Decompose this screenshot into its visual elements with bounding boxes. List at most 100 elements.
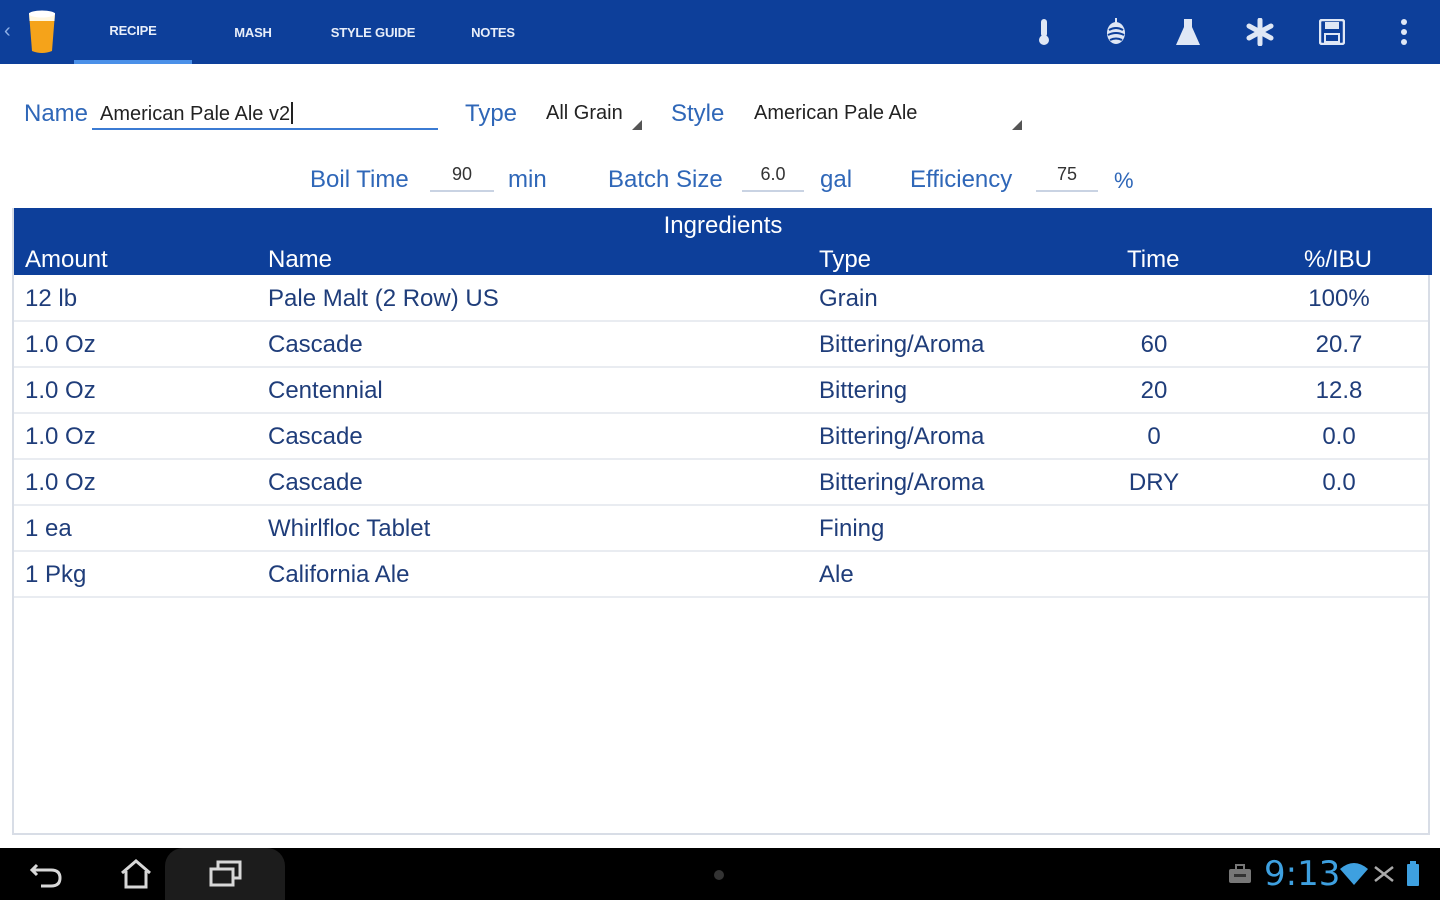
cell-time: 60 <box>1140 331 1168 358</box>
tab-mash-label: MASH <box>234 24 272 40</box>
page-indicator-dot <box>714 870 724 880</box>
battery-icon <box>1398 856 1428 892</box>
beer-glass-logo-icon[interactable] <box>26 9 58 55</box>
column-header-time: Time <box>1127 246 1180 273</box>
recent-apps-icon[interactable] <box>205 856 245 892</box>
type-spinner-value: All Grain <box>546 102 623 124</box>
type-label: Type <box>465 100 518 127</box>
back-icon[interactable] <box>26 856 66 892</box>
cell-percent-ibu: 20.7 <box>1315 331 1363 358</box>
table-header: Ingredients Amount Name Type Time %/IBU <box>14 208 1432 275</box>
type-spinner[interactable]: All Grain <box>540 96 646 134</box>
tab-mash[interactable]: MASH <box>194 0 312 64</box>
tab-style-guide[interactable]: STYLE GUIDE <box>314 0 432 64</box>
efficiency-label: Efficiency <box>910 166 1013 193</box>
table-row[interactable]: 1 ea Whirlfloc Tablet Fining <box>14 506 1428 552</box>
style-label: Style <box>671 100 725 127</box>
batch-size-label: Batch Size <box>608 166 723 193</box>
column-header-type: Type <box>819 246 872 273</box>
batch-size-underline <box>742 190 804 192</box>
text-cursor <box>291 102 294 124</box>
home-icon[interactable] <box>116 856 156 892</box>
cell-name: Cascade <box>268 331 363 358</box>
cell-amount: 1.0 Oz <box>25 469 96 496</box>
tab-notes[interactable]: NOTES <box>434 0 552 64</box>
boil-time-input[interactable]: 90 <box>430 162 494 192</box>
boil-time-underline <box>430 190 494 192</box>
boil-time-unit: min <box>508 166 547 193</box>
cell-amount: 1.0 Oz <box>25 423 96 450</box>
efficiency-input[interactable]: 75 <box>1036 162 1098 192</box>
boil-time-label: Boil Time <box>310 166 409 193</box>
status-clock: 9:13 <box>1264 854 1341 894</box>
ingredients-table: Ingredients Amount Name Type Time %/IBU … <box>12 208 1432 835</box>
efficiency-unit: % <box>1114 168 1134 193</box>
table-row[interactable]: 12 lb Pale Malt (2 Row) US Grain 100% <box>14 276 1428 322</box>
cell-amount: 12 lb <box>25 285 78 312</box>
recipe-name-input[interactable]: American Pale Ale v2 <box>100 102 294 126</box>
boil-time-value: 90 <box>451 164 473 184</box>
cell-time: DRY <box>1128 469 1180 496</box>
save-icon[interactable] <box>1314 14 1350 50</box>
recipe-name-value: American Pale Ale v2 <box>100 103 291 125</box>
style-spinner[interactable]: American Pale Ale <box>746 96 1028 134</box>
wifi-icon <box>1336 856 1372 892</box>
cell-name: Whirlfloc Tablet <box>268 515 431 542</box>
cell-type: Bittering/Aroma <box>819 331 985 358</box>
style-spinner-value: American Pale Ale <box>754 102 918 124</box>
table-row[interactable]: 1.0 Oz Cascade Bittering/Aroma DRY 0.0 <box>14 460 1428 506</box>
cell-name: Cascade <box>268 423 363 450</box>
table-row[interactable]: 1.0 Oz Centennial Bittering 20 12.8 <box>14 368 1428 414</box>
cell-type: Bittering/Aroma <box>819 423 985 450</box>
cell-amount: 1 ea <box>25 515 72 542</box>
up-caret-icon[interactable]: ‹ <box>4 20 11 43</box>
cell-time: 0 <box>1147 423 1161 450</box>
cell-percent-ibu: 12.8 <box>1315 377 1363 404</box>
table-row[interactable]: 1.0 Oz Cascade Bittering/Aroma 60 20.7 <box>14 322 1428 368</box>
cell-type: Ale <box>819 561 854 588</box>
cell-type: Bittering <box>819 377 908 404</box>
batch-size-input[interactable]: 6.0 <box>742 162 804 192</box>
name-label: Name <box>24 100 89 127</box>
batch-size-value: 6.0 <box>760 164 786 184</box>
cell-amount: 1.0 Oz <box>25 331 96 358</box>
column-header-amount: Amount <box>25 246 108 273</box>
ingredients-title: Ingredients <box>663 212 783 239</box>
table-row[interactable]: 1.0 Oz Cascade Bittering/Aroma 0 0.0 <box>14 414 1428 460</box>
cell-name: Centennial <box>268 377 383 404</box>
cell-type: Bittering/Aroma <box>819 469 985 496</box>
action-bar: ‹ RECIPE MASH STYLE GUIDE NOTES <box>0 0 1440 64</box>
airplane-mode-icon <box>1370 856 1398 892</box>
cell-amount: 1.0 Oz <box>25 377 96 404</box>
tab-style-guide-label: STYLE GUIDE <box>330 24 416 40</box>
hops-icon[interactable] <box>1098 14 1134 50</box>
cell-name: Cascade <box>268 469 363 496</box>
recipe-name-underline <box>92 128 438 130</box>
system-navigation-bar: 9:13 <box>0 848 1440 900</box>
column-header-percent-ibu: %/IBU <box>1304 246 1373 273</box>
cell-time: 20 <box>1140 377 1168 404</box>
tab-recipe-label: RECIPE <box>109 22 157 38</box>
cell-amount: 1 Pkg <box>25 561 87 588</box>
cell-type: Fining <box>819 515 885 542</box>
cell-name: Pale Malt (2 Row) US <box>268 285 499 312</box>
cell-percent-ibu: 0.0 <box>1322 423 1356 450</box>
cell-type: Grain <box>819 285 878 312</box>
efficiency-value: 75 <box>1056 164 1078 184</box>
spinner-arrow-icon <box>1012 120 1022 130</box>
briefcase-notification-icon[interactable] <box>1220 856 1260 892</box>
batch-size-unit: gal <box>820 166 853 193</box>
tab-recipe[interactable]: RECIPE <box>74 0 192 64</box>
tab-notes-label: NOTES <box>471 24 515 40</box>
overflow-menu-icon[interactable] <box>1386 14 1422 50</box>
spinner-arrow-icon <box>632 120 642 130</box>
column-header-name: Name <box>268 246 333 273</box>
efficiency-underline <box>1036 190 1098 192</box>
thermometer-icon[interactable] <box>1026 14 1062 50</box>
cell-name: California Ale <box>268 561 410 588</box>
cell-percent-ibu: 100% <box>1308 285 1370 312</box>
asterisk-icon[interactable] <box>1242 14 1278 50</box>
flask-icon[interactable] <box>1170 14 1206 50</box>
table-row[interactable]: 1 Pkg California Ale Ale <box>14 552 1428 598</box>
cell-percent-ibu: 0.0 <box>1322 469 1356 496</box>
